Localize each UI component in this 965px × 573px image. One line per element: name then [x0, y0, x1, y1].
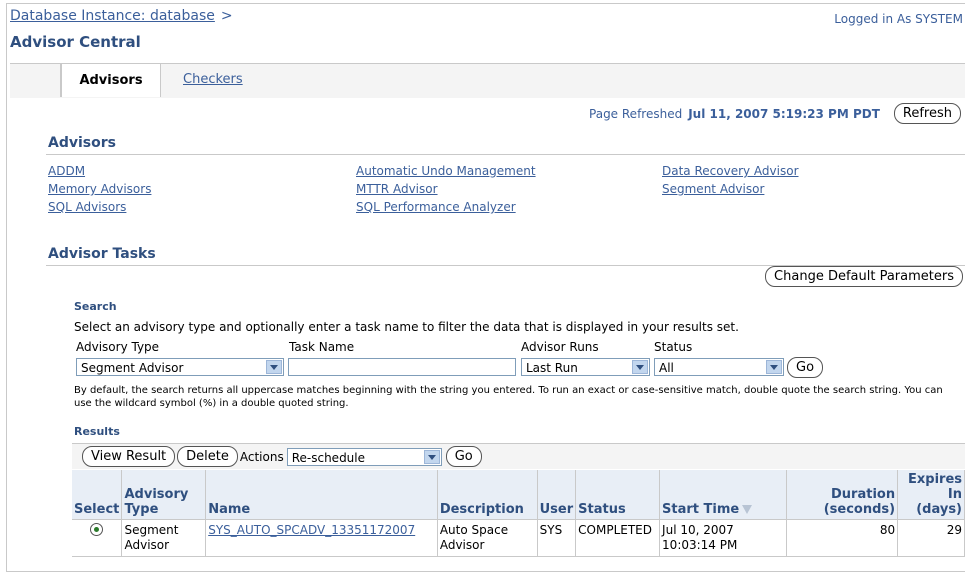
results-header-row: Select Advisory Type Name Description Us…	[72, 470, 965, 520]
status-select-value: All	[659, 361, 674, 375]
page-refreshed-value: Jul 11, 2007 5:19:23 PM PDT	[688, 106, 880, 121]
advisors-heading: Advisors	[48, 135, 116, 151]
tab-advisors[interactable]: Advisors	[61, 64, 161, 97]
cell-name: SYS_AUTO_SPCADV_13351172007	[205, 519, 438, 557]
advisory-type-select-value: Segment Advisor	[81, 361, 184, 375]
cell-duration: 80	[786, 519, 899, 557]
results-table: Select Advisory Type Name Description Us…	[72, 470, 965, 557]
search-description: Select an advisory type and optionally e…	[74, 320, 739, 334]
column-header-advisory-type: Advisory Type	[121, 470, 207, 520]
advisor-link-sql-advisors[interactable]: SQL Advisors	[48, 198, 151, 216]
column-header-name: Name	[205, 470, 438, 520]
search-heading: Search	[74, 300, 117, 313]
actions-go-button[interactable]: Go	[445, 446, 482, 467]
tab-bar-lead	[20, 64, 61, 97]
cell-description: Auto Space Advisor	[437, 519, 538, 557]
advisors-column-1: ADDM Memory Advisors SQL Advisors	[48, 162, 151, 216]
advisors-column-3: Data Recovery Advisor Segment Advisor	[662, 162, 799, 198]
select-cell	[72, 519, 123, 557]
task-name-link[interactable]: SYS_AUTO_SPCADV_13351172007	[208, 523, 415, 537]
delete-button[interactable]: Delete	[177, 446, 238, 467]
column-header-select: Select	[72, 470, 123, 520]
page-refreshed-label: Page Refreshed	[589, 106, 683, 121]
tab-checkers[interactable]: Checkers	[183, 72, 243, 87]
table-row: Segment Advisor SYS_AUTO_SPCADV_13351172…	[72, 519, 965, 557]
advisor-link-mttr-advisor[interactable]: MTTR Advisor	[356, 180, 536, 198]
column-header-description: Description	[437, 470, 538, 520]
cell-user: SYS	[537, 519, 577, 557]
advisor-link-data-recovery-advisor[interactable]: Data Recovery Advisor	[662, 162, 799, 180]
column-header-user: User	[537, 470, 577, 520]
status-select[interactable]: All	[654, 358, 784, 376]
logged-in-text: Logged in As SYSTEM	[834, 12, 963, 26]
page-title: Advisor Central	[10, 33, 141, 51]
search-go-button[interactable]: Go	[787, 357, 824, 378]
task-name-label: Task Name	[289, 340, 355, 354]
column-header-duration: Duration (seconds)	[786, 470, 899, 520]
chevron-down-icon[interactable]	[766, 360, 782, 374]
advisor-tasks-heading: Advisor Tasks	[48, 246, 156, 262]
cell-start-time: Jul 10, 2007 10:03:14 PM	[659, 519, 787, 557]
cell-advisory-type: Segment Advisor	[121, 519, 207, 557]
sort-descending-icon[interactable]	[742, 505, 753, 514]
search-note: By default, the search returns all upper…	[74, 385, 943, 409]
advisors-heading-rule	[46, 154, 965, 155]
actions-select-value: Re-schedule	[291, 450, 366, 465]
column-header-expires: Expires In (days)	[897, 470, 965, 520]
advisors-column-2: Automatic Undo Management MTTR Advisor S…	[356, 162, 536, 216]
breadcrumb: Database Instance: database >	[10, 8, 233, 24]
change-default-parameters-button[interactable]: Change Default Parameters	[765, 266, 963, 287]
advisor-link-sql-performance-analyzer[interactable]: SQL Performance Analyzer	[356, 198, 536, 216]
advisor-link-automatic-undo-management[interactable]: Automatic Undo Management	[356, 162, 536, 180]
cell-expires: 29	[897, 519, 965, 557]
breadcrumb-link-database-instance[interactable]: Database Instance: database	[10, 8, 215, 24]
breadcrumb-separator: >	[220, 8, 233, 24]
advisor-link-addm[interactable]: ADDM	[48, 162, 151, 180]
cell-status: COMPLETED	[575, 519, 661, 557]
task-name-input[interactable]	[288, 358, 516, 376]
column-header-start-time[interactable]: Start Time	[659, 470, 787, 520]
refresh-row: Page Refreshed Jul 11, 2007 5:19:23 PM P…	[589, 103, 961, 124]
column-header-status: Status	[575, 470, 661, 520]
advisory-type-label: Advisory Type	[76, 340, 160, 354]
advisor-runs-select[interactable]: Last Run	[521, 358, 650, 376]
tab-bar: Advisors Checkers	[10, 63, 965, 98]
advisor-link-memory-advisors[interactable]: Memory Advisors	[48, 180, 151, 198]
advisor-link-segment-advisor[interactable]: Segment Advisor	[662, 180, 799, 198]
chevron-down-icon[interactable]	[423, 449, 440, 464]
chevron-down-icon[interactable]	[632, 360, 648, 374]
results-heading: Results	[74, 425, 120, 438]
view-result-button[interactable]: View Result	[82, 446, 176, 467]
chevron-down-icon[interactable]	[266, 360, 282, 374]
refresh-button[interactable]: Refresh	[893, 103, 961, 124]
start-time-header-label: Start Time	[662, 502, 740, 517]
actions-select[interactable]: Re-schedule	[286, 447, 442, 466]
status-label: Status	[654, 340, 693, 354]
actions-label: Actions	[239, 449, 284, 464]
advisor-runs-label: Advisor Runs	[521, 340, 599, 354]
advisor-runs-select-value: Last Run	[526, 361, 578, 375]
results-toolbar: View Result Delete Actions Re-schedule G…	[72, 443, 965, 469]
advisory-type-select[interactable]: Segment Advisor	[76, 358, 284, 376]
row-select-radio[interactable]	[90, 523, 104, 536]
